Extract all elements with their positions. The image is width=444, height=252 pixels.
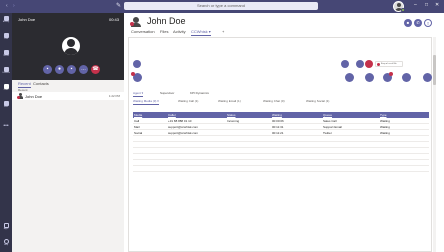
share-button[interactable]: ▪ [67, 65, 76, 74]
forward-icon[interactable]: › [13, 3, 15, 9]
phone-icon[interactable] [356, 60, 364, 68]
help-icon[interactable] [423, 73, 432, 82]
rail-item-teams[interactable]: Teams [0, 49, 12, 62]
status-dropdown[interactable]: Busy ▾ Lunch Brk [375, 61, 403, 67]
rail-item-files[interactable]: Files [0, 100, 12, 113]
calls-panel [12, 80, 124, 252]
rail-item-apps[interactable]: Apps [0, 223, 12, 231]
notification-badge [389, 72, 393, 76]
tab-waiting-social[interactable]: Waiting Social (1) [306, 99, 329, 103]
tab-waiting-media[interactable]: Waiting Media (3) ▾ [133, 99, 159, 105]
busy-icon [377, 63, 380, 66]
tab-waiting-chat[interactable]: Waiting Chat (0) [263, 99, 285, 103]
table-cell: Social [134, 131, 143, 135]
caller-name: John Doe [18, 17, 36, 22]
tab-waiting-email[interactable]: Waiting Email (1) [218, 99, 241, 103]
camera-button[interactable]: ▪ [43, 65, 52, 74]
chat-icon[interactable] [341, 60, 349, 68]
compose-icon[interactable]: ✎ [116, 3, 123, 9]
tab-files[interactable]: Files [160, 29, 168, 34]
caller-avatar [62, 37, 80, 55]
waiting-table: Media Caller Status Waiting Queue Type C… [133, 112, 429, 172]
back-icon[interactable]: ‹ [6, 3, 8, 9]
hang-up-button[interactable]: ☎ [91, 65, 100, 74]
notification-badge [131, 72, 135, 76]
rail-item-calls[interactable]: Calls [0, 83, 12, 96]
contact-avatar [130, 17, 141, 27]
tab-waiting-call[interactable]: Waiting Call (1) [178, 99, 198, 103]
rail-item-activity[interactable]: Activity [0, 15, 12, 28]
tab-ccwhisk[interactable]: CCWhisk ▾ [191, 29, 211, 36]
scrollbar[interactable] [433, 37, 436, 252]
list-item[interactable]: John Doe 1:22 PM [12, 92, 124, 100]
table-cell: 00:11:21 [272, 131, 284, 135]
chat-icon[interactable] [345, 73, 354, 82]
rail-item-help[interactable]: Help [0, 239, 12, 247]
tab-activity[interactable]: Activity [173, 29, 186, 34]
scrollbar-thumb[interactable] [433, 55, 436, 85]
video-call-button[interactable]: ■ [404, 19, 412, 27]
more-apps-icon[interactable]: ••• [2, 123, 10, 129]
end-icon[interactable] [365, 60, 373, 68]
maximize-button[interactable]: □ [425, 3, 428, 8]
presence-icon [401, 8, 405, 12]
recent-name: John Doe [25, 94, 43, 99]
media-icon[interactable] [133, 60, 141, 68]
table-cell: Twitter [323, 131, 332, 135]
audio-call-button[interactable]: ✆ [414, 19, 422, 27]
tab-recent[interactable]: Recent [18, 81, 31, 88]
add-tab-button[interactable]: + [222, 29, 224, 34]
page-title: John Doe [147, 16, 186, 26]
tab-contacts[interactable]: Contacts [33, 81, 49, 86]
tab-conversation[interactable]: Conversation [131, 29, 155, 34]
avatar [17, 93, 23, 99]
tab-supervisor[interactable]: Supervisor [160, 91, 174, 95]
minimize-button[interactable]: – [414, 3, 417, 8]
settings-icon[interactable] [402, 73, 411, 82]
search-input[interactable]: Search or type a command [124, 2, 318, 10]
recent-time: 1:22 PM [108, 94, 120, 98]
app-rail: Activity Chat Teams Calendar Calls Files… [0, 13, 12, 252]
table-row [133, 166, 429, 172]
table-cell: Waiting [380, 131, 390, 135]
tab-kpi-dynamics[interactable]: KPI Dynamics [190, 91, 209, 95]
mic-button[interactable]: ● [55, 65, 64, 74]
share-screen-button[interactable]: ⇪ [424, 19, 432, 27]
mail-icon[interactable] [365, 73, 374, 82]
call-timer: 00:43 [108, 17, 119, 22]
close-button[interactable]: ✕ [435, 3, 439, 8]
rail-item-chat[interactable]: Chat [0, 32, 12, 45]
call-video-tile: John Doe 00:43 ▪ ● ▪ … ☎ [12, 13, 124, 80]
rail-item-calendar[interactable]: Calendar [0, 66, 12, 79]
more-button[interactable]: … [79, 65, 88, 74]
table-row[interactable]: Social support@ccwhisk.com 00:11:21 Twit… [133, 130, 429, 136]
table-cell: support@ccwhisk.com [168, 131, 199, 135]
tab-agent[interactable]: Agent ▾ [133, 91, 144, 97]
